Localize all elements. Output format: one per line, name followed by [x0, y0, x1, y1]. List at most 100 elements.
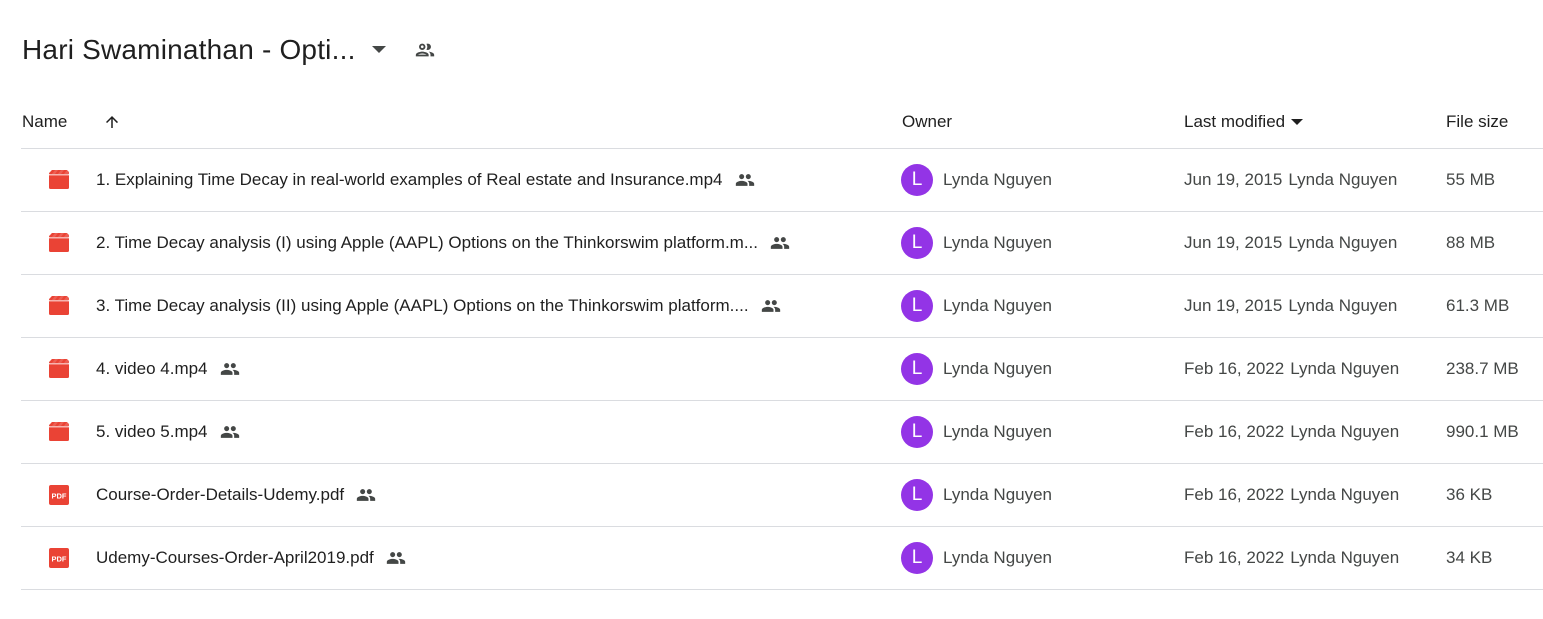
folder-menu-button[interactable]	[368, 39, 390, 61]
people-icon	[220, 422, 240, 442]
modified-cell: Feb 16, 2022 Lynda Nguyen	[1184, 527, 1399, 589]
pdf-file-icon: PDF	[47, 547, 71, 569]
file-row[interactable]: 1. Explaining Time Decay in real-world e…	[21, 149, 1543, 212]
people-icon	[770, 233, 790, 253]
owner-cell: L Lynda Nguyen	[901, 464, 1052, 526]
owner-name: Lynda Nguyen	[943, 422, 1053, 441]
file-name[interactable]: 5. video 5.mp4	[96, 401, 240, 463]
column-header-last-modified[interactable]: Last modified	[1184, 100, 1304, 144]
owner-name: Lynda Nguyen	[943, 485, 1053, 504]
video-file-icon	[47, 169, 71, 191]
modified-by: Lynda Nguyen	[1290, 359, 1400, 378]
modified-date: Jun 19, 2015	[1184, 296, 1283, 315]
people-icon	[761, 296, 781, 316]
video-file-icon	[47, 358, 71, 380]
modified-date: Jun 19, 2015	[1184, 170, 1283, 189]
pdf-file-icon: PDF	[47, 484, 71, 506]
file-size: 36 KB	[1446, 485, 1493, 504]
file-name[interactable]: 4. video 4.mp4	[96, 338, 240, 400]
avatar[interactable]: L	[901, 479, 933, 511]
file-name-text: 2. Time Decay analysis (I) using Apple (…	[96, 233, 759, 252]
file-name[interactable]: 2. Time Decay analysis (I) using Apple (…	[96, 212, 790, 274]
modified-cell: Jun 19, 2015 Lynda Nguyen	[1184, 275, 1397, 337]
sort-direction-button[interactable]	[100, 110, 124, 134]
file-size: 34 KB	[1446, 548, 1493, 567]
file-name-text: 4. video 4.mp4	[96, 359, 208, 378]
file-name-text: Udemy-Courses-Order-April2019.pdf	[96, 548, 374, 567]
file-row[interactable]: 5. video 5.mp4 L Lynda Nguyen Feb 16, 2022 L…	[21, 401, 1543, 464]
last-modified-label: Last modified	[1184, 112, 1286, 131]
file-name[interactable]: 3. Time Decay analysis (II) using Apple …	[96, 275, 781, 337]
modified-cell: Jun 19, 2015 Lynda Nguyen	[1184, 149, 1397, 211]
modified-date: Feb 16, 2022	[1184, 485, 1285, 504]
people-outline-icon	[415, 43, 434, 57]
file-size: 55 MB	[1446, 170, 1496, 189]
video-file-icon	[47, 232, 71, 254]
caret-down-icon	[371, 46, 386, 53]
folder-header: Hari Swaminathan - Opti...	[22, 28, 442, 72]
file-name-text: 5. video 5.mp4	[96, 422, 208, 441]
svg-text:PDF: PDF	[52, 492, 67, 501]
people-icon	[220, 359, 240, 379]
file-name-text: Course-Order-Details-Udemy.pdf	[96, 485, 345, 504]
modified-cell: Feb 16, 2022 Lynda Nguyen	[1184, 464, 1399, 526]
avatar[interactable]: L	[901, 416, 933, 448]
file-name-text: 1. Explaining Time Decay in real-world e…	[96, 170, 723, 189]
svg-text:PDF: PDF	[52, 555, 67, 564]
owner-name: Lynda Nguyen	[943, 296, 1053, 315]
modified-cell: Feb 16, 2022 Lynda Nguyen	[1184, 401, 1399, 463]
modified-by: Lynda Nguyen	[1288, 170, 1398, 189]
modified-by: Lynda Nguyen	[1290, 485, 1400, 504]
modified-date: Jun 19, 2015	[1184, 233, 1283, 252]
video-file-icon	[47, 295, 71, 317]
drive-folder-view: Hari Swaminathan - Opti... Name Owner La…	[0, 0, 1543, 619]
owner-name: Lynda Nguyen	[943, 233, 1053, 252]
file-name-text: 3. Time Decay analysis (II) using Apple …	[96, 296, 749, 315]
column-header-file-size: File size	[1446, 112, 1509, 131]
file-size: 61.3 MB	[1446, 296, 1510, 315]
owner-name: Lynda Nguyen	[943, 548, 1053, 567]
file-name[interactable]: Course-Order-Details-Udemy.pdf	[96, 464, 376, 526]
modified-by: Lynda Nguyen	[1290, 422, 1400, 441]
manage-access-button[interactable]	[408, 33, 442, 67]
avatar[interactable]: L	[901, 542, 933, 574]
modified-date: Feb 16, 2022	[1184, 548, 1285, 567]
modified-cell: Jun 19, 2015 Lynda Nguyen	[1184, 212, 1397, 274]
file-size: 990.1 MB	[1446, 422, 1519, 441]
owner-name: Lynda Nguyen	[943, 170, 1053, 189]
caret-down-icon	[1291, 118, 1304, 125]
file-row[interactable]: PDF Udemy-Courses-Order-April2019.pdf L Lyn…	[21, 527, 1543, 590]
column-header-name[interactable]: Name	[22, 100, 67, 144]
modified-date: Feb 16, 2022	[1184, 359, 1285, 378]
avatar[interactable]: L	[901, 227, 933, 259]
owner-cell: L Lynda Nguyen	[901, 527, 1052, 589]
column-header-owner: Owner	[902, 112, 953, 131]
file-row[interactable]: 2. Time Decay analysis (I) using Apple (…	[21, 212, 1543, 275]
file-name[interactable]: 1. Explaining Time Decay in real-world e…	[96, 149, 755, 211]
video-file-icon	[47, 421, 71, 443]
file-row[interactable]: 4. video 4.mp4 L Lynda Nguyen Feb 16, 2022 L…	[21, 338, 1543, 401]
owner-cell: L Lynda Nguyen	[901, 401, 1052, 463]
file-size: 88 MB	[1446, 233, 1496, 252]
avatar[interactable]: L	[901, 353, 933, 385]
owner-cell: L Lynda Nguyen	[901, 212, 1052, 274]
modified-by: Lynda Nguyen	[1288, 296, 1398, 315]
file-row[interactable]: PDF Course-Order-Details-Udemy.pdf L Lynda …	[21, 464, 1543, 527]
people-icon	[386, 548, 406, 568]
modified-date: Feb 16, 2022	[1184, 422, 1285, 441]
owner-cell: L Lynda Nguyen	[901, 338, 1052, 400]
modified-cell: Feb 16, 2022 Lynda Nguyen	[1184, 338, 1399, 400]
file-name[interactable]: Udemy-Courses-Order-April2019.pdf	[96, 527, 406, 589]
file-list: 1. Explaining Time Decay in real-world e…	[21, 148, 1543, 590]
people-icon	[735, 170, 755, 190]
folder-title[interactable]: Hari Swaminathan - Opti...	[22, 34, 356, 66]
owner-cell: L Lynda Nguyen	[901, 275, 1052, 337]
owner-cell: L Lynda Nguyen	[901, 149, 1052, 211]
modified-by: Lynda Nguyen	[1290, 548, 1400, 567]
avatar[interactable]: L	[901, 164, 933, 196]
arrow-up-icon	[106, 116, 118, 128]
avatar[interactable]: L	[901, 290, 933, 322]
modified-by: Lynda Nguyen	[1288, 233, 1398, 252]
file-row[interactable]: 3. Time Decay analysis (II) using Apple …	[21, 275, 1543, 338]
file-size: 238.7 MB	[1446, 359, 1519, 378]
